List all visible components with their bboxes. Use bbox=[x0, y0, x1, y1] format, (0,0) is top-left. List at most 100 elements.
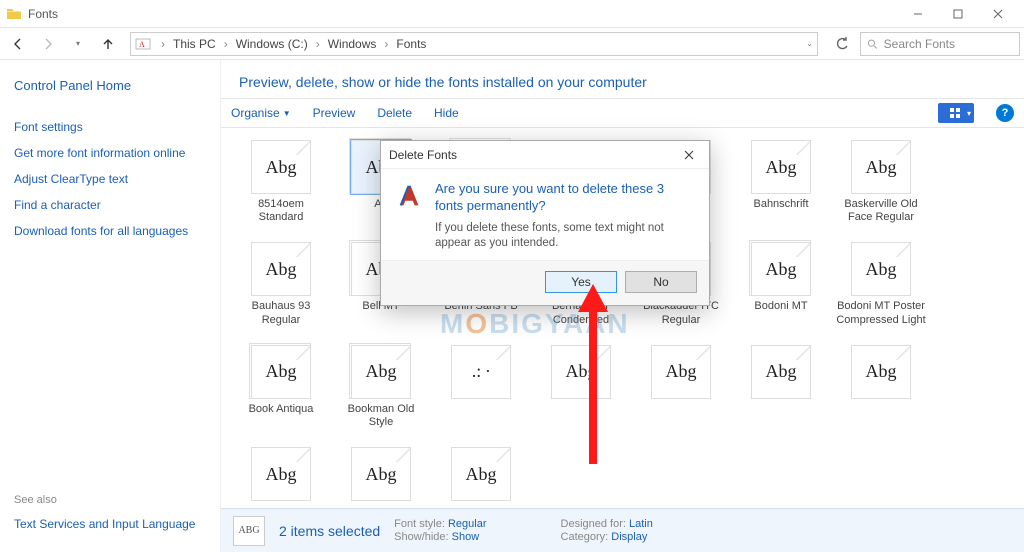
font-style-label: Font style: bbox=[394, 518, 445, 530]
designed-for-label: Designed for: bbox=[561, 518, 626, 530]
back-button[interactable] bbox=[4, 32, 32, 56]
organise-button[interactable]: Organise ▼ bbox=[231, 106, 291, 120]
breadcrumb-item[interactable]: Windows bbox=[326, 37, 379, 51]
font-thumb: Abg bbox=[851, 242, 911, 296]
help-button[interactable]: ? bbox=[996, 104, 1014, 122]
breadcrumb-item[interactable]: Fonts bbox=[394, 37, 428, 51]
font-thumb: Abg bbox=[651, 345, 711, 399]
details-title: 2 items selected bbox=[279, 523, 380, 539]
font-tile[interactable]: Abg Bookman Old Style bbox=[333, 341, 429, 439]
font-style-value: Regular bbox=[448, 518, 487, 530]
hide-button[interactable]: Hide bbox=[434, 106, 459, 120]
sidebar-link-more-info[interactable]: Get more font information online bbox=[14, 143, 206, 163]
dialog-sub-text: If you delete these fonts, some text mig… bbox=[435, 221, 695, 252]
dialog-close-button[interactable] bbox=[677, 145, 701, 165]
font-label: Bodoni MT bbox=[752, 300, 809, 326]
window-title: Fonts bbox=[28, 7, 58, 21]
search-input[interactable] bbox=[884, 37, 1013, 51]
dialog-yes-button[interactable]: Yes bbox=[545, 271, 617, 293]
designed-for-value: Latin bbox=[629, 518, 653, 530]
close-button[interactable] bbox=[978, 0, 1018, 28]
font-tile[interactable]: Abg bbox=[333, 443, 429, 501]
dialog-main-text: Are you sure you want to delete these 3 … bbox=[435, 181, 695, 215]
font-thumb: Abg bbox=[751, 345, 811, 399]
sidebar-link-download-fonts[interactable]: Download fonts for all languages bbox=[14, 221, 206, 241]
font-tile[interactable]: Abg 8514oem Standard bbox=[233, 136, 329, 234]
sidebar-link-text-services[interactable]: Text Services and Input Language bbox=[14, 514, 206, 534]
font-tile[interactable]: AbgBauhaus 93 Regular bbox=[233, 238, 329, 336]
font-thumb: Abg bbox=[351, 447, 411, 501]
dialog-no-button[interactable]: No bbox=[625, 271, 697, 293]
view-icon bbox=[949, 107, 963, 119]
font-thumb: Abg bbox=[351, 345, 411, 399]
font-tile[interactable]: Abg Baskerville Old Face Regular bbox=[833, 136, 929, 234]
font-tile[interactable]: Abg Bodoni MT Poster Compressed Light bbox=[833, 238, 929, 336]
font-tile[interactable]: Abg Bodoni MT bbox=[733, 238, 829, 336]
font-label: Bodoni MT Poster Compressed Light bbox=[833, 300, 929, 326]
view-options-button[interactable] bbox=[938, 103, 974, 123]
font-label: Bauhaus 93 Regular bbox=[233, 300, 329, 326]
sidebar: Control Panel Home Font settings Get mor… bbox=[0, 60, 220, 552]
font-icon bbox=[395, 181, 425, 211]
font-thumb: Abg bbox=[551, 345, 611, 399]
category-value: Display bbox=[611, 531, 647, 543]
delete-button[interactable]: Delete bbox=[377, 106, 412, 120]
font-tile[interactable]: .: ∙ bbox=[433, 341, 529, 439]
font-label: 8514oem Standard bbox=[233, 198, 329, 224]
see-also-label: See also bbox=[14, 494, 206, 506]
font-tile[interactable]: Abg bbox=[833, 341, 929, 439]
font-thumb: .: ∙ bbox=[451, 345, 511, 399]
details-pane: ABG 2 items selected Font style: Regular… bbox=[221, 508, 1024, 552]
control-panel-home-link[interactable]: Control Panel Home bbox=[14, 78, 206, 93]
font-thumb: Abg bbox=[851, 140, 911, 194]
breadcrumb-dropdown[interactable]: ⌄ bbox=[806, 39, 813, 48]
font-thumb: Abg bbox=[851, 345, 911, 399]
fonts-location-icon: A bbox=[135, 36, 151, 52]
font-thumb: Abg bbox=[751, 140, 811, 194]
showhide-label: Show/hide: bbox=[394, 531, 448, 543]
font-tile[interactable]: Abg bbox=[433, 443, 529, 501]
font-tile[interactable]: Abg bbox=[633, 341, 729, 439]
page-title: Preview, delete, show or hide the fonts … bbox=[239, 74, 1006, 90]
folder-icon bbox=[6, 6, 22, 22]
sidebar-link-find-char[interactable]: Find a character bbox=[14, 195, 206, 215]
maximize-button[interactable] bbox=[938, 0, 978, 28]
font-tile[interactable]: Abg bbox=[733, 341, 829, 439]
minimize-button[interactable] bbox=[898, 0, 938, 28]
font-tile[interactable]: Abg Bahnschrift bbox=[733, 136, 829, 234]
showhide-value: Show bbox=[452, 531, 480, 543]
font-label: Bahnschrift bbox=[751, 198, 810, 224]
dialog-title: Delete Fonts bbox=[389, 148, 457, 162]
font-label: Baskerville Old Face Regular bbox=[833, 198, 929, 224]
refresh-button[interactable] bbox=[830, 32, 854, 56]
font-tile[interactable]: Abg bbox=[233, 443, 329, 501]
font-label: Bookman Old Style bbox=[333, 403, 429, 429]
forward-button[interactable] bbox=[34, 32, 62, 56]
font-thumb: Abg bbox=[251, 345, 311, 399]
font-thumb: Abg bbox=[751, 242, 811, 296]
font-thumb: Abg bbox=[251, 447, 311, 501]
recent-locations-button[interactable]: ▾ bbox=[64, 32, 92, 56]
sidebar-link-cleartype[interactable]: Adjust ClearType text bbox=[14, 169, 206, 189]
navigation-bar: ▾ A › This PC › Windows (C:) › Windows ›… bbox=[0, 28, 1024, 60]
font-tile[interactable]: Abg bbox=[533, 341, 629, 439]
font-thumb: Abg bbox=[451, 447, 511, 501]
search-icon bbox=[867, 38, 878, 50]
font-tile[interactable]: Abg Book Antiqua bbox=[233, 341, 329, 439]
toolbar: Organise ▼ Preview Delete Hide ? bbox=[221, 98, 1024, 128]
details-thumb: ABG bbox=[233, 516, 265, 546]
delete-fonts-dialog: Delete Fonts Are you sure you want to de… bbox=[380, 140, 710, 306]
preview-button[interactable]: Preview bbox=[313, 106, 356, 120]
svg-text:A: A bbox=[139, 40, 145, 49]
font-thumb: Abg bbox=[251, 140, 311, 194]
up-button[interactable] bbox=[94, 32, 122, 56]
sidebar-link-font-settings[interactable]: Font settings bbox=[14, 117, 206, 137]
breadcrumb[interactable]: A › This PC › Windows (C:) › Windows › F… bbox=[130, 32, 818, 56]
window-titlebar: Fonts bbox=[0, 0, 1024, 28]
category-label: Category: bbox=[561, 531, 609, 543]
content-area: Preview, delete, show or hide the fonts … bbox=[220, 60, 1024, 552]
search-box[interactable] bbox=[860, 32, 1020, 56]
font-label: Book Antiqua bbox=[247, 403, 316, 429]
breadcrumb-item[interactable]: This PC bbox=[171, 37, 218, 51]
breadcrumb-item[interactable]: Windows (C:) bbox=[234, 37, 310, 51]
